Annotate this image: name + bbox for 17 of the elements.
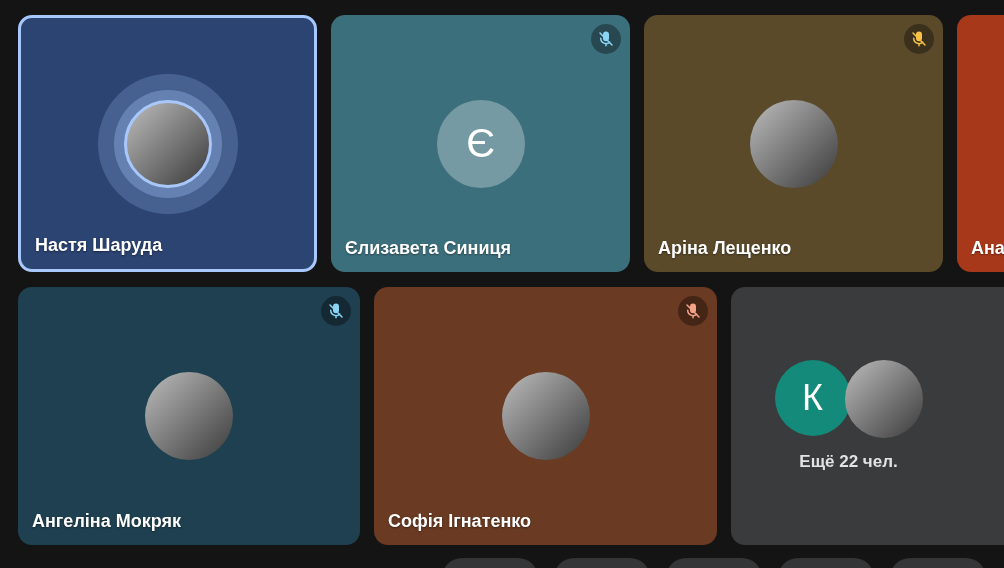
more-participants-tile[interactable]: К Ещё 22 чел. [731, 287, 1004, 545]
participant-name: Ангеліна Мокряк [32, 511, 181, 532]
participant-name: Настя Шаруда [35, 235, 163, 256]
participant-tile[interactable]: Є Єлизавета Синиця [331, 15, 630, 272]
more-participants-label: Ещё 22 чел. [799, 452, 898, 472]
participant-name: Аріна Лещенко [658, 238, 792, 259]
participant-name: Єлизавета Синиця [345, 238, 512, 259]
participant-name: Софія Ігнатенко [388, 511, 532, 532]
participant-tile[interactable]: Аріна Лещенко [644, 15, 943, 272]
participant-tile[interactable]: Настя Шаруда [18, 15, 317, 272]
participant-tile[interactable]: Софія Ігнатенко [374, 287, 717, 545]
mic-off-icon [910, 30, 928, 48]
mic-off-icon [684, 302, 702, 320]
mic-off-icon [327, 302, 345, 320]
participant-tile[interactable]: Ангеліна Мокряк [18, 287, 360, 545]
mic-off-icon [597, 30, 615, 48]
avatar-letter: Є [436, 99, 525, 188]
